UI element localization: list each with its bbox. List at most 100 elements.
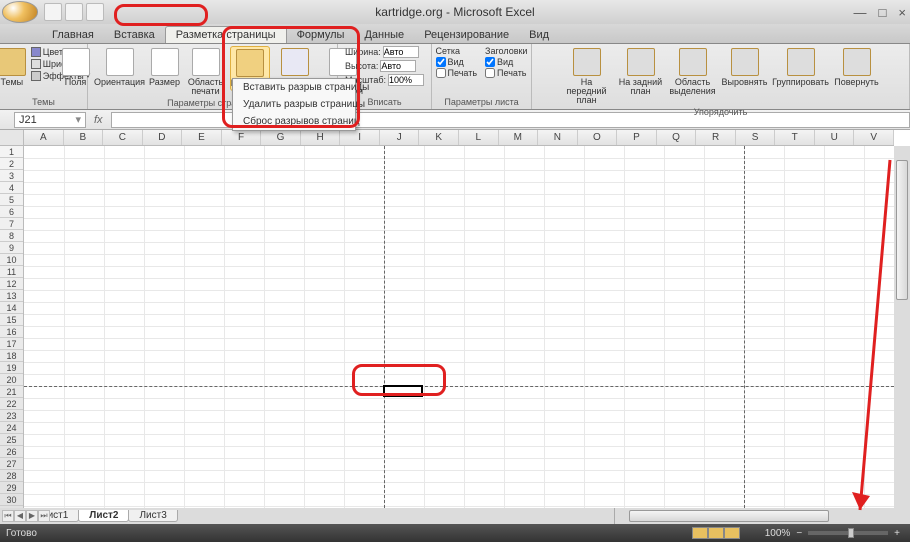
col-header-J[interactable]: J (380, 130, 420, 145)
col-header-U[interactable]: U (815, 130, 855, 145)
group-button[interactable]: Группировать (773, 46, 829, 89)
col-header-I[interactable]: I (340, 130, 380, 145)
row-header-6[interactable]: 6 (0, 206, 23, 218)
office-button[interactable] (2, 1, 38, 23)
sheet-nav-next[interactable]: ▶ (26, 510, 38, 522)
headings-view-check[interactable]: Вид (485, 57, 527, 67)
col-header-A[interactable]: A (24, 130, 64, 145)
col-header-G[interactable]: G (261, 130, 301, 145)
col-header-Q[interactable]: Q (657, 130, 697, 145)
tab-insert[interactable]: Вставка (104, 27, 165, 43)
vscroll-thumb[interactable] (896, 160, 908, 300)
zoom-out-button[interactable]: − (796, 528, 802, 539)
tab-home[interactable]: Главная (42, 27, 104, 43)
column-headers[interactable]: ABCDEFGHIJKLMNOPQRSTUV (24, 130, 894, 146)
col-header-N[interactable]: N (538, 130, 578, 145)
col-header-B[interactable]: B (64, 130, 104, 145)
headings-print-check[interactable]: Печать (485, 68, 527, 78)
col-header-O[interactable]: O (578, 130, 618, 145)
selection-pane-button[interactable]: Область выделения (669, 46, 717, 98)
tab-review[interactable]: Рецензирование (414, 27, 519, 43)
col-header-K[interactable]: K (419, 130, 459, 145)
themes-button[interactable]: Темы (0, 46, 27, 89)
select-all-corner[interactable] (0, 130, 24, 146)
orientation-button[interactable]: Ориентация (96, 46, 144, 89)
col-header-C[interactable]: C (103, 130, 143, 145)
hscroll-thumb[interactable] (629, 510, 829, 522)
row-headers[interactable]: 1234567891011121314151617181920212223242… (0, 146, 24, 508)
view-layout-button[interactable] (708, 527, 724, 539)
reset-breaks-item[interactable]: Сброс разрывов страниц (233, 113, 355, 130)
send-back-button[interactable]: На задний план (617, 46, 665, 98)
row-header-30[interactable]: 30 (0, 494, 23, 506)
col-header-D[interactable]: D (143, 130, 183, 145)
minimize-button[interactable]: — (854, 5, 867, 20)
size-button[interactable]: Размер (148, 46, 182, 89)
sheet-nav-prev[interactable]: ◀ (14, 510, 26, 522)
gridlines-print-check[interactable]: Печать (436, 68, 477, 78)
col-header-F[interactable]: F (222, 130, 262, 145)
margins-button[interactable]: Поля (60, 46, 92, 89)
row-header-27[interactable]: 27 (0, 458, 23, 470)
col-header-S[interactable]: S (736, 130, 776, 145)
name-box[interactable]: J21▾ (14, 112, 86, 128)
zoom-slider-thumb[interactable] (848, 528, 854, 538)
tab-data[interactable]: Данные (354, 27, 414, 43)
insert-break-item[interactable]: Вставить разрыв страницы (233, 79, 355, 96)
row-header-28[interactable]: 28 (0, 470, 23, 482)
sheet-nav-last[interactable]: ⏭ (38, 510, 50, 522)
row-header-7[interactable]: 7 (0, 218, 23, 230)
print-area-button[interactable]: Область печати (186, 46, 226, 98)
row-header-20[interactable]: 20 (0, 374, 23, 386)
row-header-8[interactable]: 8 (0, 230, 23, 242)
row-header-29[interactable]: 29 (0, 482, 23, 494)
row-header-15[interactable]: 15 (0, 314, 23, 326)
gridlines-view-check[interactable]: Вид (436, 57, 477, 67)
rotate-button[interactable]: Повернуть (833, 46, 881, 89)
fx-icon[interactable]: fx (94, 114, 103, 126)
col-header-H[interactable]: H (301, 130, 341, 145)
maximize-button[interactable]: □ (879, 5, 887, 20)
row-header-12[interactable]: 12 (0, 278, 23, 290)
col-header-V[interactable]: V (854, 130, 894, 145)
col-header-M[interactable]: M (499, 130, 539, 145)
row-header-22[interactable]: 22 (0, 398, 23, 410)
bring-front-button[interactable]: На передний план (561, 46, 613, 107)
tab-page-layout[interactable]: Разметка страницы (165, 26, 287, 43)
vertical-scrollbar[interactable] (894, 146, 910, 508)
col-header-L[interactable]: L (459, 130, 499, 145)
row-header-23[interactable]: 23 (0, 410, 23, 422)
zoom-level[interactable]: 100% (765, 528, 791, 539)
active-cell[interactable] (383, 385, 423, 397)
close-button[interactable]: × (898, 5, 906, 20)
row-header-19[interactable]: 19 (0, 362, 23, 374)
view-break-button[interactable] (724, 527, 740, 539)
row-header-25[interactable]: 25 (0, 434, 23, 446)
row-header-10[interactable]: 10 (0, 254, 23, 266)
qat-redo-icon[interactable] (86, 3, 104, 21)
tab-view[interactable]: Вид (519, 27, 559, 43)
align-button[interactable]: Выровнять (721, 46, 769, 89)
zoom-in-button[interactable]: + (894, 528, 900, 539)
row-header-9[interactable]: 9 (0, 242, 23, 254)
height-input[interactable] (380, 60, 416, 72)
row-header-14[interactable]: 14 (0, 302, 23, 314)
col-header-E[interactable]: E (182, 130, 222, 145)
row-header-18[interactable]: 18 (0, 350, 23, 362)
width-input[interactable] (383, 46, 419, 58)
row-header-13[interactable]: 13 (0, 290, 23, 302)
qat-undo-icon[interactable] (65, 3, 83, 21)
formula-input[interactable] (111, 112, 910, 128)
row-header-16[interactable]: 16 (0, 326, 23, 338)
tab-formulas[interactable]: Формулы (287, 27, 355, 43)
sheet-tab-2[interactable]: Лист2 (78, 510, 129, 522)
sheet-tab-3[interactable]: Лист3 (128, 510, 177, 522)
row-header-26[interactable]: 26 (0, 446, 23, 458)
row-header-11[interactable]: 11 (0, 266, 23, 278)
sheet-nav-first[interactable]: ⏮ (2, 510, 14, 522)
row-header-3[interactable]: 3 (0, 170, 23, 182)
col-header-T[interactable]: T (775, 130, 815, 145)
row-header-5[interactable]: 5 (0, 194, 23, 206)
horizontal-scrollbar[interactable] (614, 508, 894, 524)
row-header-4[interactable]: 4 (0, 182, 23, 194)
